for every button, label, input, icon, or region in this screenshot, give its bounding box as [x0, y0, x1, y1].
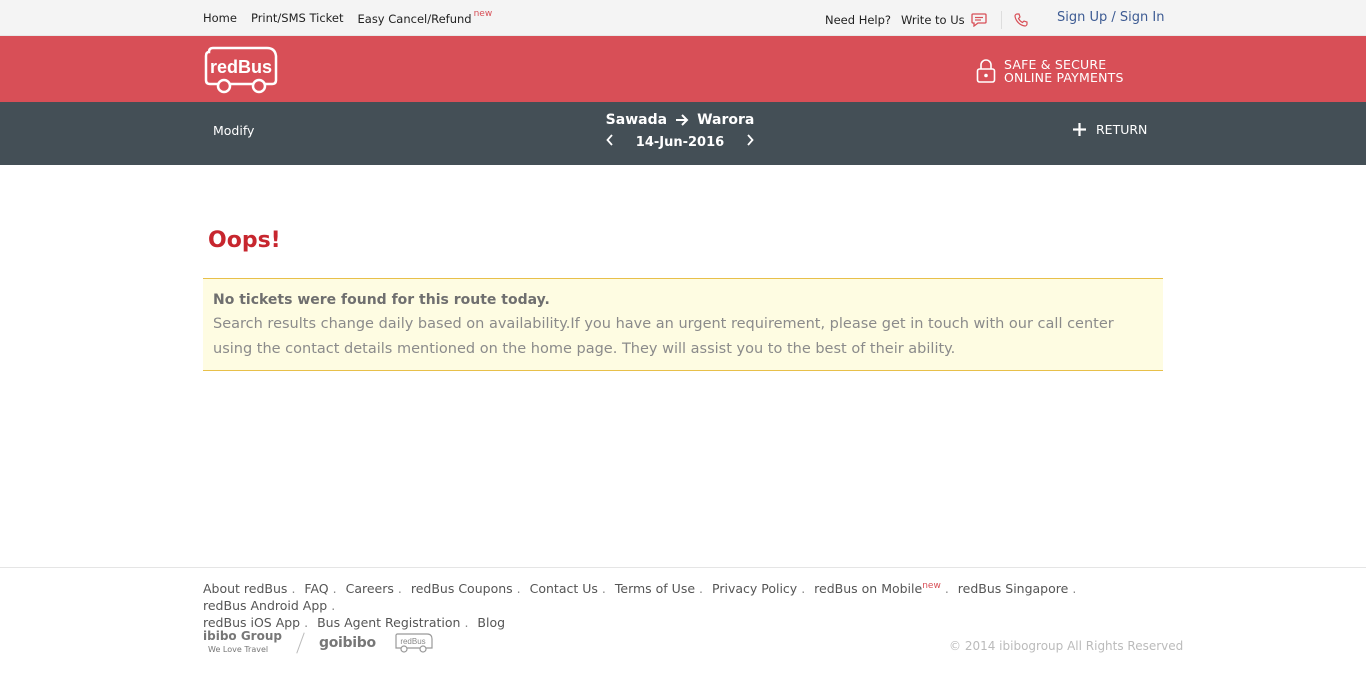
no-results-notice: No tickets were found for this route tod…: [203, 278, 1163, 371]
easy-cancel-refund-label: Easy Cancel/Refund: [357, 11, 472, 26]
phone-icon[interactable]: [1014, 13, 1028, 27]
return-button[interactable]: RETURN: [1073, 122, 1147, 137]
need-help-label: Need Help?: [825, 13, 892, 27]
arrow-right-icon: [676, 114, 689, 126]
route-bar: Modify Sawada Warora 14-Jun-2016 RETURN: [0, 102, 1366, 165]
redbus-small-logo[interactable]: redBus: [394, 632, 434, 654]
footer-link-terms[interactable]: Terms of Use: [615, 581, 695, 596]
footer-link-faq[interactable]: FAQ: [304, 581, 328, 596]
page-title: Oops!: [208, 228, 281, 253]
footer-link-privacy[interactable]: Privacy Policy: [712, 581, 797, 596]
logo-text: redBus: [210, 57, 272, 77]
to-city: Warora: [697, 112, 755, 128]
redbus-logo-icon: redBus: [204, 46, 278, 94]
ibibo-group-name: ibibo Group: [203, 629, 282, 643]
return-label: RETURN: [1096, 122, 1148, 137]
plus-icon: [1073, 123, 1086, 136]
copyright: © 2014 ibibogroup All Rights Reserved: [949, 639, 1184, 653]
footer-link-android[interactable]: redBus Android App: [203, 598, 327, 613]
brand-divider: [296, 632, 305, 654]
sign-in-link[interactable]: Sign Up / Sign In: [1057, 10, 1164, 25]
notice-body: Search results change daily based on ava…: [213, 316, 1114, 357]
footer-divider: [0, 567, 1366, 568]
help-area: Need Help? Write to Us: [825, 11, 1028, 29]
footer-link-contact[interactable]: Contact Us: [530, 581, 598, 596]
new-badge: new: [473, 9, 493, 19]
footer-link-singapore[interactable]: redBus Singapore: [958, 581, 1069, 596]
route-title: Sawada Warora: [580, 112, 780, 128]
redbus-small-logo-text: redBus: [400, 637, 425, 646]
previous-date-icon[interactable]: [600, 134, 620, 150]
footer-link-ios[interactable]: redBus iOS App: [203, 615, 300, 630]
ibibo-group-logo[interactable]: ibibo Group We Love Travel: [203, 630, 282, 656]
travel-date: 14-Jun-2016: [635, 134, 725, 150]
next-date-icon[interactable]: [740, 134, 760, 150]
footer-link-mobile[interactable]: redBus on Mobilenew: [814, 581, 941, 596]
footer-links: About redBus. FAQ. Careers. redBus Coupo…: [203, 581, 1077, 631]
brand-header: redBus SAFE & SECURE ONLINE PAYMENTS: [0, 36, 1366, 102]
lock-icon: [976, 59, 996, 83]
print-sms-ticket-link[interactable]: Print/SMS Ticket: [251, 11, 344, 26]
new-badge: new: [922, 581, 941, 591]
footer-link-agent[interactable]: Bus Agent Registration: [317, 615, 460, 630]
divider: [1000, 11, 1002, 29]
secure-line2: ONLINE PAYMENTS: [1004, 70, 1124, 85]
top-navigation: Home Print/SMS Ticket Easy Cancel/Refund…: [0, 0, 1366, 36]
footer-link-about[interactable]: About redBus: [203, 581, 287, 596]
easy-cancel-refund-link[interactable]: Easy Cancel/Refund new: [357, 9, 493, 26]
footer-link-blog[interactable]: Blog: [477, 615, 505, 630]
group-brands: ibibo Group We Love Travel goibibo redBu…: [203, 630, 434, 656]
modify-button[interactable]: Modify: [213, 123, 254, 138]
top-nav-links: Home Print/SMS Ticket Easy Cancel/Refund…: [203, 9, 493, 26]
write-to-us-label: Write to Us: [901, 13, 965, 27]
goibibo-logo[interactable]: goibibo: [319, 635, 376, 651]
from-city: Sawada: [605, 112, 668, 128]
footer-link-coupons[interactable]: redBus Coupons: [411, 581, 513, 596]
chat-icon: [971, 13, 987, 27]
home-link[interactable]: Home: [203, 11, 237, 26]
write-to-us-link[interactable]: Write to Us: [901, 13, 987, 27]
footer-link-careers[interactable]: Careers: [346, 581, 394, 596]
ibibo-group-tagline: We Love Travel: [208, 645, 269, 654]
notice-title: No tickets were found for this route tod…: [213, 292, 550, 308]
redbus-logo[interactable]: redBus: [203, 46, 279, 94]
date-selector: 14-Jun-2016: [600, 134, 760, 150]
footer-link-mobile-label: redBus on Mobile: [814, 581, 923, 597]
secure-payments-badge: SAFE & SECURE ONLINE PAYMENTS: [976, 58, 1124, 84]
